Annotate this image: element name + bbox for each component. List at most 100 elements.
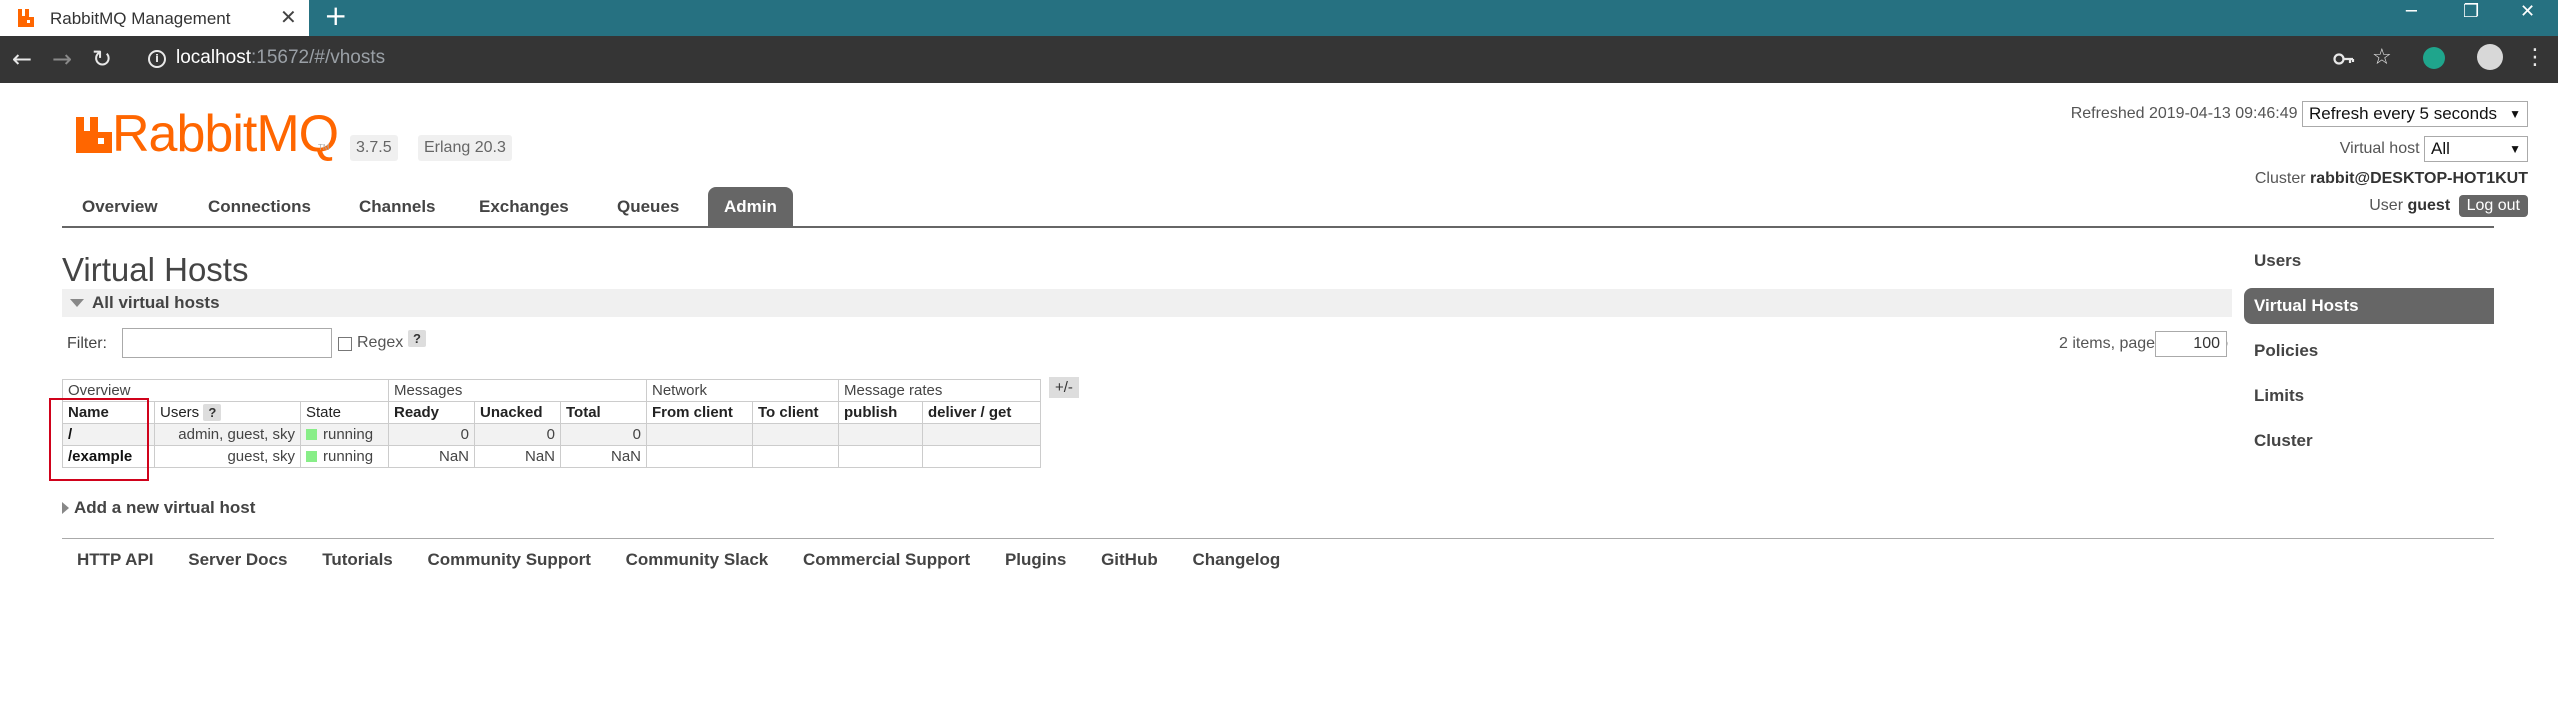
- cluster-row: Cluster rabbit@DESKTOP-HOT1KUT: [2255, 170, 2528, 188]
- col-from-client[interactable]: From client: [646, 401, 753, 424]
- chevron-down-icon: ▼: [2509, 107, 2521, 121]
- vhost-unacked: NaN: [474, 445, 561, 468]
- col-total[interactable]: Total: [560, 401, 647, 424]
- footer-link-http-api[interactable]: HTTP API: [77, 550, 154, 569]
- kebab-menu-icon[interactable]: ⋮: [2524, 44, 2546, 72]
- add-vhost-section-header[interactable]: Add a new virtual host: [62, 498, 255, 518]
- window-close-button[interactable]: ✕: [2520, 0, 2535, 26]
- vhost-state: running: [300, 445, 389, 468]
- window-restore-button[interactable]: ❐: [2463, 0, 2479, 26]
- user-row: User guest Log out: [2369, 195, 2528, 217]
- col-publish[interactable]: publish: [838, 401, 923, 424]
- col-state[interactable]: State: [300, 401, 389, 424]
- chevron-down-icon: ▼: [2509, 142, 2521, 156]
- rabbitmq-favicon-icon: [18, 9, 34, 27]
- back-icon[interactable]: ←: [12, 45, 32, 73]
- tab-exchanges[interactable]: Exchanges: [463, 187, 585, 227]
- footer-link-changelog[interactable]: Changelog: [1192, 550, 1280, 569]
- footer-link-server-docs[interactable]: Server Docs: [188, 550, 287, 569]
- vhost-to-client: [752, 445, 839, 468]
- regex-checkbox[interactable]: [338, 337, 352, 351]
- browser-toolbar: ← → ↻ i localhost:15672/#/vhosts ☆ ⋮: [0, 36, 2558, 83]
- profile-avatar-icon[interactable]: [2477, 44, 2503, 70]
- vhost-to-client: [752, 423, 839, 446]
- group-message-rates: Message rates: [838, 379, 1041, 402]
- tab-overview[interactable]: Overview: [66, 187, 174, 227]
- footer-link-plugins[interactable]: Plugins: [1005, 550, 1066, 569]
- key-icon[interactable]: [2333, 50, 2355, 68]
- admin-sidebar: Users Virtual Hosts Policies Limits Clus…: [2244, 243, 2494, 468]
- nav-divider: [62, 226, 2494, 228]
- sidebar-item-virtual-hosts[interactable]: Virtual Hosts: [2244, 288, 2494, 324]
- regex-help-button[interactable]: ?: [408, 330, 426, 347]
- cluster-label: Cluster: [2254, 170, 2306, 187]
- running-status-icon: [306, 429, 317, 440]
- refresh-select-value: Refresh every 5 seconds: [2309, 104, 2498, 123]
- url-host: localhost: [176, 47, 251, 68]
- logo-text: RabbitMQ: [112, 105, 339, 163]
- vhost-unacked: 0: [474, 423, 561, 446]
- user-label: User: [2369, 197, 2404, 214]
- column-toggle-button[interactable]: +/-: [1049, 377, 1079, 398]
- col-unacked[interactable]: Unacked: [474, 401, 561, 424]
- refresh-row: Refreshed 2019-04-13 09:46:49 Refresh ev…: [2071, 101, 2528, 127]
- table-row[interactable]: /example guest, sky running NaN NaN NaN: [62, 445, 1041, 468]
- vhost-label: Virtual host: [2339, 140, 2420, 158]
- footer-link-tutorials[interactable]: Tutorials: [322, 550, 393, 569]
- table-row[interactable]: / admin, guest, sky running 0 0 0: [62, 423, 1041, 446]
- vhost-state-label: running: [323, 426, 374, 443]
- site-info-icon[interactable]: i: [148, 50, 166, 68]
- vhost-ready: NaN: [388, 445, 475, 468]
- new-tab-button[interactable]: +: [324, 0, 347, 32]
- sidebar-item-policies[interactable]: Policies: [2244, 333, 2494, 369]
- tab-title: RabbitMQ Management: [50, 9, 231, 28]
- sidebar-item-users[interactable]: Users: [2244, 243, 2494, 279]
- sidebar-item-cluster[interactable]: Cluster: [2244, 423, 2494, 459]
- logo-trademark: TM: [318, 143, 330, 152]
- erlang-version-badge: Erlang 20.3: [418, 135, 512, 161]
- expand-triangle-icon: [62, 502, 69, 514]
- footer-link-github[interactable]: GitHub: [1101, 550, 1158, 569]
- regex-label: Regex: [357, 334, 404, 351]
- logout-button[interactable]: Log out: [2458, 195, 2528, 217]
- vhost-row: Virtual host All ▼: [2340, 136, 2528, 162]
- group-messages: Messages: [388, 379, 647, 402]
- col-to-client[interactable]: To client: [752, 401, 839, 424]
- footer-link-community-slack[interactable]: Community Slack: [626, 550, 769, 569]
- tab-close-icon[interactable]: ✕: [280, 5, 297, 29]
- address-bar[interactable]: i localhost:15672/#/vhosts: [134, 42, 2394, 77]
- footer-links: HTTP API Server Docs Tutorials Community…: [77, 550, 1310, 570]
- cluster-name: rabbit@DESKTOP-HOT1KUT: [2310, 170, 2528, 187]
- vhost-state: running: [300, 423, 389, 446]
- tab-queues[interactable]: Queues: [601, 187, 695, 227]
- footer-link-community-support[interactable]: Community Support: [427, 550, 590, 569]
- table-group-header-row: Overview Messages Network Message rates: [62, 379, 1041, 402]
- users-help-button[interactable]: ?: [203, 404, 222, 421]
- col-ready[interactable]: Ready: [388, 401, 475, 424]
- vhost-publish-rate: [838, 445, 923, 468]
- filter-input[interactable]: [122, 328, 332, 358]
- section-header-all-vhosts[interactable]: All virtual hosts: [62, 289, 2232, 317]
- sidebar-item-limits[interactable]: Limits: [2244, 378, 2494, 414]
- window-minimize-button[interactable]: ─: [2406, 0, 2417, 26]
- vhost-select-value: All: [2431, 139, 2450, 158]
- refresh-interval-select[interactable]: Refresh every 5 seconds ▼: [2302, 101, 2528, 127]
- browser-tab[interactable]: RabbitMQ Management ✕: [0, 0, 309, 36]
- vhost-users: guest, sky: [154, 445, 301, 468]
- vhosts-table: Overview Messages Network Message rates …: [62, 379, 1041, 468]
- vhost-deliver-rate: [922, 445, 1041, 468]
- tab-connections[interactable]: Connections: [192, 187, 327, 227]
- forward-icon[interactable]: →: [52, 45, 72, 73]
- vhost-deliver-rate: [922, 423, 1041, 446]
- tab-admin[interactable]: Admin: [708, 187, 793, 227]
- star-icon[interactable]: ☆: [2372, 44, 2392, 72]
- footer-link-commercial-support[interactable]: Commercial Support: [803, 550, 970, 569]
- reload-icon[interactable]: ↻: [92, 45, 112, 73]
- vhost-select[interactable]: All ▼: [2424, 136, 2528, 162]
- filter-label: Filter:: [67, 335, 107, 352]
- rabbitmq-page: RabbitMQ TM 3.7.5 Erlang 20.3 Refreshed …: [0, 83, 2558, 713]
- tab-channels[interactable]: Channels: [343, 187, 452, 227]
- pagesize-input[interactable]: 100: [2155, 331, 2227, 357]
- extension-icon[interactable]: [2423, 47, 2445, 69]
- col-deliver-get[interactable]: deliver / get: [922, 401, 1041, 424]
